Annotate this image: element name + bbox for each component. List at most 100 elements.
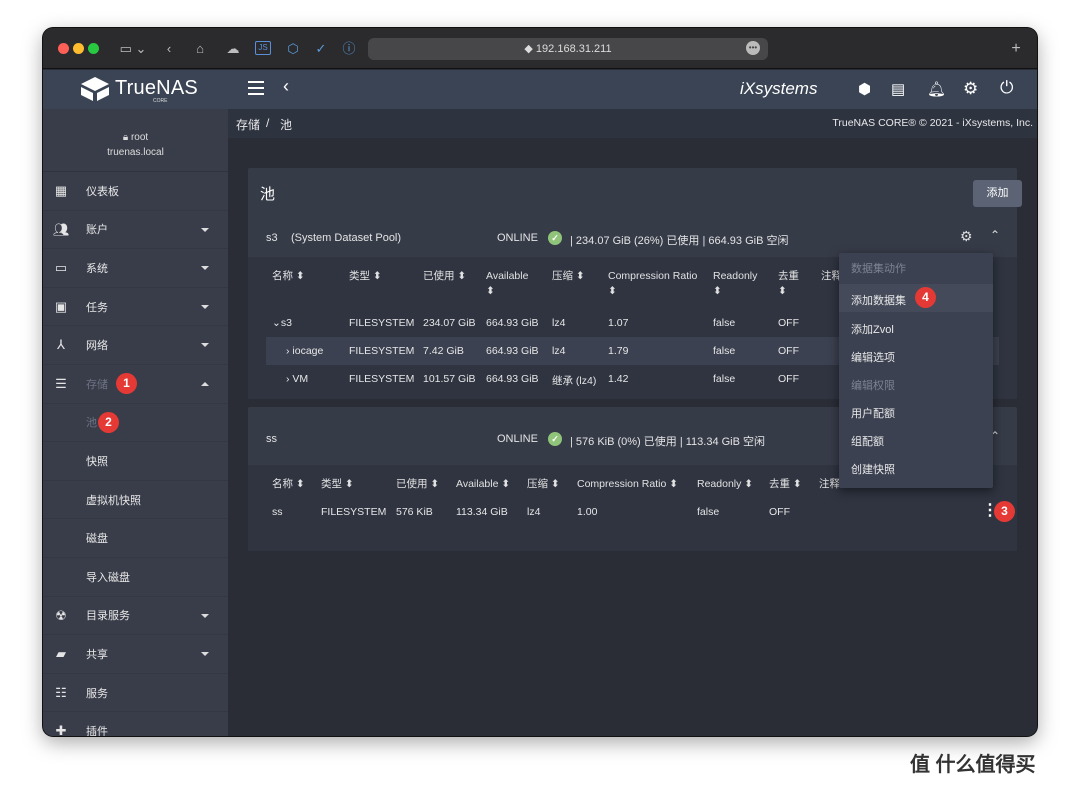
sidebar-item-label: 存储 <box>86 378 108 391</box>
sidebar-item-snapshots[interactable]: 快照 <box>43 442 228 481</box>
add-pool-button[interactable]: 添加 <box>973 180 1022 207</box>
js-extension-icon[interactable]: JS <box>255 41 271 55</box>
sidebar-item-sharing[interactable]: ▰ 共享 <box>43 635 228 674</box>
address-bar[interactable]: ◆ 192.168.31.211 <box>368 38 768 60</box>
sidebar-item-network[interactable]: ⅄ 网络 <box>43 326 228 365</box>
column-header-available[interactable]: Available ⬍ <box>486 269 528 299</box>
more-options-icon[interactable]: ••• <box>746 41 760 55</box>
annotation-badge-2: 2 <box>98 411 119 433</box>
sidebar-item-directory-services[interactable]: ☢ 目录服务 <box>43 597 228 636</box>
column-header-name[interactable]: 名称 ⬍ <box>272 269 305 284</box>
column-header-used[interactable]: 已使用 ⬍ <box>423 269 466 284</box>
column-header-name[interactable]: 名称 ⬍ <box>272 477 305 492</box>
row-compression: lz4 <box>552 317 566 329</box>
column-header-ratio[interactable]: Compression Ratio ⬍ <box>577 477 678 492</box>
annotation-badge-1: 1 <box>116 372 137 394</box>
menu-item-user-quotas[interactable]: 用户配额 <box>851 405 895 421</box>
user-name: root <box>130 132 149 143</box>
column-header-dedup[interactable]: 去重 ⬍ <box>769 477 802 492</box>
chevron-down-icon <box>201 652 209 657</box>
row-readonly: false <box>713 317 736 329</box>
zoom-window-button[interactable] <box>88 43 99 54</box>
column-header-type[interactable]: 类型 ⬍ <box>349 269 382 284</box>
collapse-icon[interactable]: ‹ <box>283 76 289 97</box>
sidebar-item-accounts[interactable]: 👥︎ 账户 <box>43 211 228 250</box>
sidebar-item-label: 网络 <box>86 340 108 353</box>
dashboard-icon: ▦ <box>54 183 68 198</box>
column-header-compression[interactable]: 压缩 ⬍ <box>527 477 560 492</box>
sidebar-item-plugins[interactable]: ✚ 插件 <box>43 712 228 736</box>
pool-status: ONLINE <box>497 232 538 244</box>
column-header-type[interactable]: 类型 ⬍ <box>321 477 354 492</box>
row-available: 113.34 GiB <box>456 506 508 518</box>
column-header-readonly[interactable]: Readonly ⬍ <box>713 269 757 299</box>
menu-item-create-snapshot[interactable]: 创建快照 <box>851 461 895 477</box>
row-ratio: 1.79 <box>608 345 629 357</box>
browser-toolbar: ▭ ⌄ ‹ ⌂ ☁ JS ⬡ ✓ ⓘ ◆ 192.168.31.211 ••• … <box>43 28 1037 69</box>
row-used: 101.57 GiB <box>423 373 476 385</box>
table-row[interactable]: ss FILESYSTEM 576 KiB 113.34 GiB lz4 1.0… <box>266 493 1015 522</box>
site-icon: ◆ <box>524 43 536 55</box>
pool-usage: | 576 KiB (0%) 已使用 | 113.34 GiB 空闲 <box>570 436 766 448</box>
menu-item-add-zvol[interactable]: 添加Zvol <box>851 321 894 337</box>
chevron-down-icon <box>201 266 209 271</box>
power-icon[interactable]: ⏻ <box>1000 78 1013 98</box>
cube-extension-icon[interactable]: ⬡ <box>285 40 301 57</box>
truecommand-icon[interactable]: ⬢ <box>858 80 871 98</box>
sidebar-toggle-icon[interactable]: ▭ ⌄ <box>118 40 148 57</box>
row-type: FILESYSTEM <box>321 506 387 518</box>
sidebar-item-vm-snapshots[interactable]: 虚拟机快照 <box>43 481 228 520</box>
sidebar-item-storage[interactable]: ☰ 存储 1 <box>43 365 228 404</box>
menu-item-edit-permissions[interactable]: 编辑权限 <box>851 377 895 393</box>
minimize-window-button[interactable] <box>73 43 84 54</box>
annotation-badge-3: 3 <box>994 501 1015 522</box>
menu-item-edit-options[interactable]: 编辑选项 <box>851 349 895 365</box>
pool-name: ss <box>266 433 277 445</box>
app-header: TrueNAS CORE ‹ iXsystems ⬢ ▤ 🔔︎ ⚙ ⏻ <box>43 70 1037 109</box>
bell-icon[interactable]: 🔔︎ <box>927 80 946 98</box>
row-used: 576 KiB <box>396 506 433 518</box>
column-header-used[interactable]: 已使用 ⬍ <box>396 477 439 492</box>
sidebar-item-dashboard[interactable]: ▦ 仪表板 <box>43 172 228 211</box>
page-title: 池 <box>260 186 276 203</box>
row-available: 664.93 GiB <box>486 317 539 329</box>
user-panel: 🔒︎ root truenas.local <box>43 109 228 172</box>
column-header-readonly[interactable]: Readonly ⬍ <box>697 477 753 492</box>
password-extension-icon[interactable]: ⓘ <box>341 40 357 57</box>
new-tab-icon[interactable]: + <box>1008 40 1024 57</box>
column-header-comments[interactable]: 注释 <box>819 477 840 492</box>
menu-item-add-dataset[interactable]: 添加数据集 4 <box>839 284 993 312</box>
row-available: 664.93 GiB <box>486 373 539 385</box>
sidebar-item-pools[interactable]: 池2 <box>43 404 228 443</box>
sidebar-item-import-disk[interactable]: 导入磁盘 <box>43 558 228 597</box>
cloud-icon[interactable]: ☁ <box>223 40 243 57</box>
chevron-up-icon[interactable]: ⌃ <box>990 228 1000 242</box>
calendar-icon: ▣ <box>54 298 68 314</box>
breadcrumb-separator: / <box>266 116 270 130</box>
breadcrumb: 存储 / 池 TrueNAS CORE® © 2021 - iXsystems,… <box>228 109 1037 138</box>
lock-icon: 🔒︎ <box>122 132 131 143</box>
check-extension-icon[interactable]: ✓ <box>313 40 329 57</box>
column-header-compression[interactable]: 压缩 ⬍ <box>552 269 585 284</box>
sidebar-item-disks[interactable]: 磁盘 <box>43 519 228 558</box>
sidebar-item-services[interactable]: ☷ 服务 <box>43 674 228 713</box>
row-dedup: OFF <box>769 506 790 518</box>
tune-icon: ☷ <box>55 684 67 700</box>
chevron-down-icon <box>201 343 209 348</box>
back-icon[interactable]: ‹ <box>161 40 177 57</box>
column-header-available[interactable]: Available ⬍ <box>456 477 510 492</box>
column-header-ratio[interactable]: Compression Ratio ⬍ <box>608 269 697 299</box>
home-icon[interactable]: ⌂ <box>191 40 209 57</box>
column-header-dedup[interactable]: 去重 ⬍ <box>778 269 799 299</box>
clipboard-icon[interactable]: ▤ <box>891 80 905 98</box>
sidebar-item-system[interactable]: ▭ 系统 <box>43 249 228 288</box>
sidebar-item-label: 服务 <box>86 687 108 700</box>
breadcrumb-storage[interactable]: 存储 <box>236 116 260 133</box>
sidebar-item-tasks[interactable]: ▣ 任务 <box>43 288 228 327</box>
close-window-button[interactable] <box>58 43 69 54</box>
chevron-down-icon <box>201 227 209 232</box>
pool-settings-icon[interactable]: ⚙ <box>960 228 973 245</box>
gear-icon[interactable]: ⚙ <box>963 79 978 99</box>
menu-icon[interactable] <box>248 81 264 95</box>
menu-item-group-quotas[interactable]: 组配额 <box>851 433 884 449</box>
